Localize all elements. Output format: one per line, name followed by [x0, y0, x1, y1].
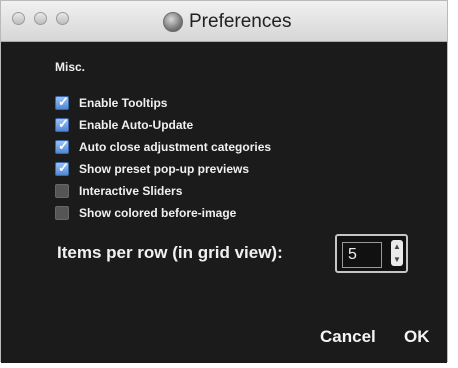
stepper-arrows[interactable]: ▲ ▼: [391, 240, 403, 266]
preferences-content: Misc. ✓ Enable Tooltips ✓ Enable Auto-Up…: [1, 42, 447, 363]
checkbox-interactive-sliders[interactable]: [55, 184, 69, 198]
stepper-up-icon[interactable]: ▲: [391, 240, 403, 253]
checkmark-icon: ✓: [58, 94, 69, 109]
app-icon: [163, 12, 183, 32]
checkbox-enable-auto-update[interactable]: ✓: [55, 116, 69, 132]
option-enable-tooltips[interactable]: ✓ Enable Tooltips: [55, 94, 168, 111]
option-show-preset-previews[interactable]: ✓ Show preset pop-up previews: [55, 160, 250, 177]
minimize-window-button[interactable]: [34, 12, 47, 25]
option-interactive-sliders[interactable]: Interactive Sliders: [55, 183, 182, 199]
option-label: Enable Auto-Update: [79, 118, 194, 132]
window-title: Preferences: [163, 10, 291, 34]
checkbox-enable-tooltips[interactable]: ✓: [55, 94, 69, 110]
checkmark-icon: ✓: [58, 138, 69, 153]
preferences-window: Preferences Misc. ✓ Enable Tooltips ✓ En…: [0, 0, 448, 363]
window-title-text: Preferences: [189, 11, 292, 32]
checkbox-show-colored-before-image[interactable]: [55, 206, 69, 220]
stepper-down-icon[interactable]: ▼: [391, 253, 403, 266]
items-per-row-label: Items per row (in grid view):: [57, 243, 283, 262]
checkbox-auto-close-adjustment-categories[interactable]: ✓: [55, 138, 69, 154]
items-per-row-stepper: 5 ▲ ▼: [335, 234, 408, 273]
option-auto-close-adjustment-categories[interactable]: ✓ Auto close adjustment categories: [55, 138, 272, 155]
zoom-window-button[interactable]: [56, 12, 69, 25]
items-per-row-input[interactable]: 5: [342, 242, 382, 268]
option-label: Show colored before-image: [79, 206, 237, 220]
checkmark-icon: ✓: [58, 116, 69, 131]
checkbox-show-preset-previews[interactable]: ✓: [55, 160, 69, 176]
close-window-button[interactable]: [12, 12, 25, 25]
option-enable-auto-update[interactable]: ✓ Enable Auto-Update: [55, 116, 194, 133]
option-label: Auto close adjustment categories: [79, 140, 272, 154]
option-show-colored-before-image[interactable]: Show colored before-image: [55, 205, 236, 221]
option-label: Enable Tooltips: [79, 96, 168, 110]
section-title-misc: Misc.: [55, 60, 86, 74]
option-label: Show preset pop-up previews: [79, 162, 250, 176]
cancel-button[interactable]: Cancel: [320, 327, 376, 347]
title-bar[interactable]: Preferences: [1, 1, 447, 42]
ok-button[interactable]: OK: [404, 327, 430, 347]
checkmark-icon: ✓: [58, 160, 69, 175]
option-label: Interactive Sliders: [79, 184, 183, 198]
